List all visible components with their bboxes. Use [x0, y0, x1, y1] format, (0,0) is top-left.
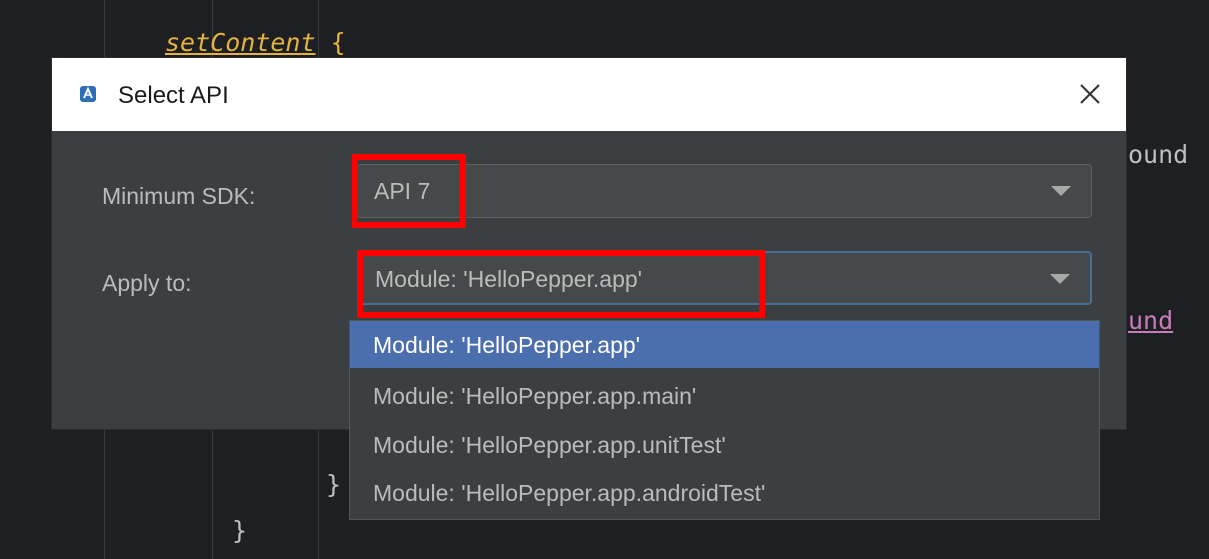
highlight-box-apply-to — [357, 250, 765, 318]
apply-to-dropdown-list: Module: 'HelloPepper.app' Module: 'Hello… — [349, 320, 1100, 520]
min-sdk-combobox[interactable]: API 7 — [357, 164, 1092, 218]
highlight-box-min-sdk — [352, 154, 466, 228]
code-closing-brace: } — [232, 516, 248, 545]
close-icon[interactable] — [1070, 74, 1110, 114]
dialog-title: Select API — [118, 82, 229, 109]
android-studio-icon — [80, 86, 96, 102]
chevron-down-icon[interactable] — [1051, 186, 1071, 196]
code-function-name: setContent — [165, 28, 316, 57]
chevron-down-icon[interactable] — [1050, 274, 1070, 284]
code-fragment-underlined: und — [1128, 306, 1174, 335]
dropdown-option-app-androidtest[interactable]: Module: 'HelloPepper.app.androidTest' — [350, 469, 1099, 516]
dropdown-option-app-main[interactable]: Module: 'HelloPepper.app.main' — [350, 372, 1099, 419]
dialog-titlebar[interactable]: Select API — [52, 58, 1126, 131]
code-brace: { — [330, 28, 346, 57]
apply-to-label: Apply to: — [102, 270, 192, 296]
min-sdk-label: Minimum SDK: — [102, 183, 256, 209]
dropdown-option-app[interactable]: Module: 'HelloPepper.app' — [350, 321, 1099, 368]
dropdown-option-app-unittest[interactable]: Module: 'HelloPepper.app.unitTest' — [350, 421, 1099, 468]
code-fragment: ound — [1128, 140, 1189, 169]
code-closing-brace: } — [326, 470, 342, 499]
code-line-setcontent: setContent { — [165, 28, 346, 57]
